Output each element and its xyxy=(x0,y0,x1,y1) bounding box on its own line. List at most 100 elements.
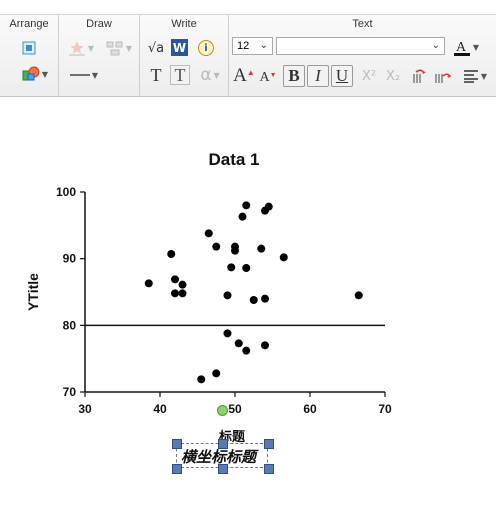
increase-font-button[interactable]: A ▲ xyxy=(233,65,255,87)
text-tool-button[interactable]: T xyxy=(146,65,166,85)
greek-symbol-button[interactable]: α ▼ xyxy=(196,65,224,85)
y-tick-label: 90 xyxy=(63,252,77,266)
font-color-button[interactable]: A ▼ xyxy=(451,37,481,57)
data-point xyxy=(257,244,266,253)
font-size-select[interactable]: 12 ⌄ xyxy=(232,37,273,55)
line-icon xyxy=(69,74,90,76)
resize-handle[interactable] xyxy=(264,464,274,474)
bold-icon: B xyxy=(288,66,300,85)
data-point xyxy=(261,341,269,350)
x-tick-label: 70 xyxy=(378,402,392,416)
data-point xyxy=(171,289,179,298)
y-tick-label: 100 xyxy=(56,185,76,199)
rotate-text-right-button[interactable] xyxy=(433,66,453,86)
data-point xyxy=(144,279,153,288)
data-point xyxy=(234,339,243,348)
sqrt-icon: √a xyxy=(147,40,165,56)
subscript-button[interactable]: X₂ xyxy=(383,67,403,85)
data-point xyxy=(249,296,258,304)
rotate-right-icon xyxy=(435,73,451,83)
y-tick-label: 70 xyxy=(63,385,77,399)
y-tick-label: 80 xyxy=(63,318,77,332)
draw-group: Draw ▼ ▼ ▼ xyxy=(59,15,140,96)
underline-icon: U xyxy=(335,66,349,85)
resize-handle[interactable] xyxy=(172,439,182,449)
chevron-down-icon: ▼ xyxy=(41,69,49,79)
star-shape-icon xyxy=(68,41,85,56)
info-icon: i xyxy=(198,40,214,56)
arrow-up-icon: ▲ xyxy=(246,67,255,77)
word-object-button[interactable]: W xyxy=(171,39,188,56)
arrange-group: Arrange ▼ xyxy=(0,15,59,96)
text-frame-button[interactable]: T xyxy=(170,65,190,85)
write-group: Write √a W i T T α ▼ xyxy=(140,15,229,96)
word-icon: W xyxy=(172,40,187,55)
alpha-icon: α xyxy=(200,65,212,85)
arrange-group-title: Arrange xyxy=(9,18,49,30)
data-points xyxy=(144,201,363,384)
x-tick-label: 50 xyxy=(228,402,242,416)
text-t-icon: T xyxy=(150,64,162,85)
data-point xyxy=(204,229,213,238)
data-point xyxy=(178,280,187,289)
text-frame-icon: T xyxy=(174,64,186,85)
chevron-down-icon: ▼ xyxy=(87,43,95,53)
font-grow-icon: A xyxy=(233,65,247,86)
superscript-icon: X² xyxy=(361,68,377,84)
add-diagram-button[interactable]: ▼ xyxy=(103,39,135,57)
data-point xyxy=(242,346,251,355)
text-group-title: Text xyxy=(352,18,373,30)
ribbon-toolbar: Arrange ▼ Draw ▼ ▼ ▼ Write √a W i T T α … xyxy=(0,14,496,97)
draw-group-title: Draw xyxy=(86,18,112,30)
write-group-title: Write xyxy=(171,18,197,30)
data-point xyxy=(212,369,221,378)
rotate-handle[interactable] xyxy=(217,405,228,416)
resize-handle[interactable] xyxy=(218,439,228,449)
x-tick-label: 40 xyxy=(153,402,167,416)
font-color-icon: A xyxy=(453,40,470,56)
bring-to-front-button[interactable] xyxy=(20,39,38,57)
y-axis-title: YTitle xyxy=(25,273,41,311)
font-name-select[interactable]: ⌄ xyxy=(276,37,445,55)
resize-handle[interactable] xyxy=(172,464,182,474)
arrange-icon xyxy=(22,66,40,81)
italic-button[interactable]: I xyxy=(307,65,329,87)
data-point xyxy=(227,263,236,272)
data-point xyxy=(354,291,363,300)
x-tick-label: 30 xyxy=(78,402,92,416)
data-point xyxy=(212,242,221,251)
chevron-down-icon: ⌄ xyxy=(431,40,440,51)
data-point xyxy=(261,206,269,215)
rotate-text-left-button[interactable] xyxy=(409,66,429,86)
chevron-down-icon: ▼ xyxy=(91,70,99,80)
line-style-button[interactable]: ▼ xyxy=(67,67,101,83)
data-point xyxy=(279,253,288,262)
add-shape-button[interactable]: ▼ xyxy=(65,39,97,57)
arrange-objects-button[interactable]: ▼ xyxy=(20,65,50,83)
equation-button[interactable]: √a xyxy=(146,39,166,57)
decrease-font-button[interactable]: A ▼ xyxy=(259,69,277,87)
underline-button[interactable]: U xyxy=(331,65,353,87)
axes: 30 40 50 60 70 70 80 90 100 xyxy=(56,185,392,416)
data-point xyxy=(171,275,179,284)
font-shrink-icon: A xyxy=(259,70,270,85)
font-size-value: 12 xyxy=(237,40,250,52)
info-button[interactable]: i xyxy=(195,39,217,57)
resize-handle[interactable] xyxy=(218,464,228,474)
data-point xyxy=(178,289,187,298)
chevron-down-icon: ▼ xyxy=(480,71,488,81)
data-point xyxy=(261,294,269,303)
chart-title: Data 1 xyxy=(208,150,259,169)
text-align-button[interactable]: ▼ xyxy=(459,66,491,86)
bold-button[interactable]: B xyxy=(283,65,305,87)
svg-text:A: A xyxy=(456,40,467,55)
data-point xyxy=(242,264,251,272)
superscript-button[interactable]: X² xyxy=(359,67,379,85)
chevron-down-icon: ⌄ xyxy=(259,40,268,51)
arrow-down-icon: ▼ xyxy=(269,71,277,79)
text-group: Text 12 ⌄ ⌄ A ▼ A ▲ A ▼ B I U X² X₂ ▼ xyxy=(229,15,496,96)
resize-handle[interactable] xyxy=(264,439,274,449)
data-point xyxy=(167,250,176,258)
data-point xyxy=(197,375,206,384)
chevron-down-icon: ▼ xyxy=(213,70,220,80)
